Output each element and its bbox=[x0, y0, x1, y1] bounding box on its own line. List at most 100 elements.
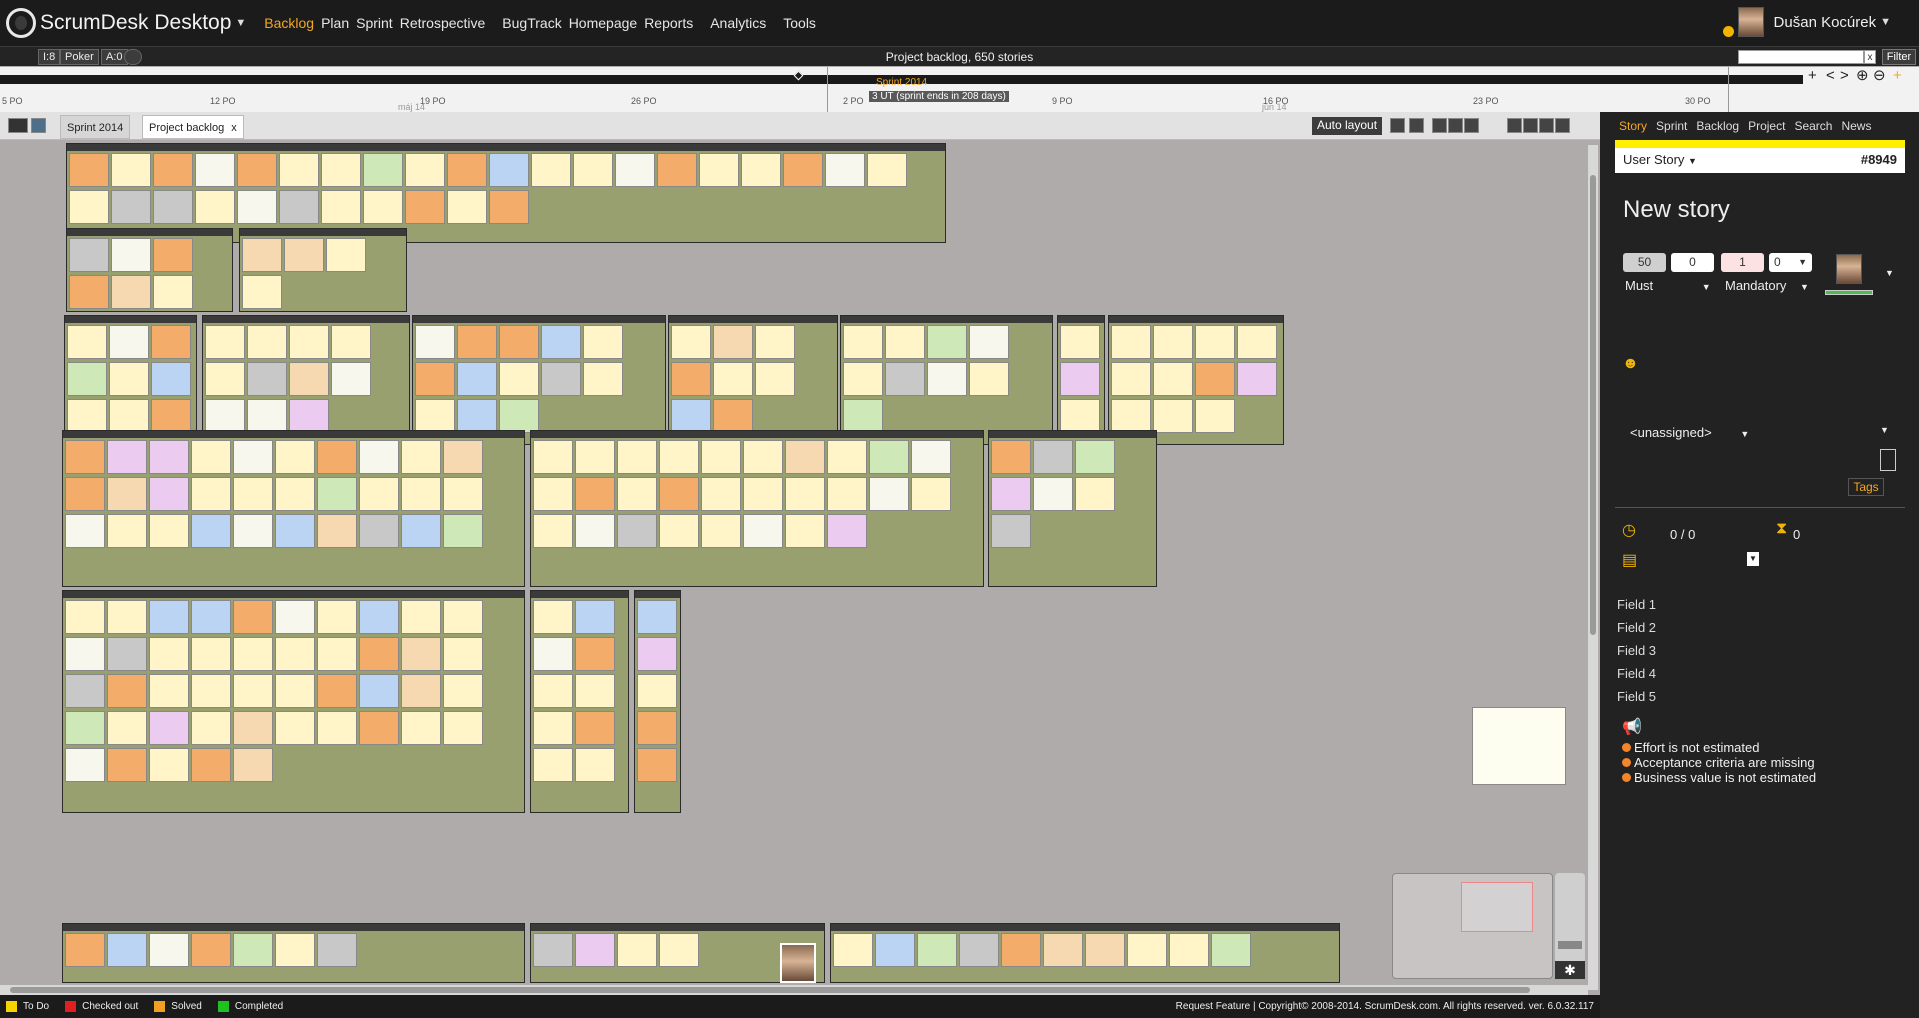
zoom-out-icon[interactable]: ⊖ bbox=[1873, 67, 1886, 84]
story-card[interactable] bbox=[107, 637, 147, 671]
story-card[interactable] bbox=[533, 440, 573, 474]
story-group[interactable] bbox=[62, 923, 525, 983]
story-card[interactable] bbox=[541, 325, 581, 359]
story-card[interactable] bbox=[991, 514, 1031, 548]
story-card[interactable] bbox=[69, 153, 109, 187]
story-group-header[interactable] bbox=[669, 316, 837, 323]
story-group[interactable] bbox=[634, 590, 681, 813]
clear-search-button[interactable]: x bbox=[1864, 50, 1876, 64]
story-card[interactable] bbox=[359, 637, 399, 671]
story-group[interactable] bbox=[530, 590, 629, 813]
story-card[interactable] bbox=[401, 477, 441, 511]
risk-field[interactable]: 1 bbox=[1721, 253, 1764, 272]
story-group-header[interactable] bbox=[635, 591, 680, 598]
story-card[interactable] bbox=[533, 477, 573, 511]
panel-tab-backlog[interactable]: Backlog bbox=[1696, 119, 1739, 135]
story-group-header[interactable] bbox=[240, 229, 406, 236]
story-card[interactable] bbox=[275, 933, 315, 967]
story-card[interactable] bbox=[205, 399, 245, 433]
filter-toggle-icon[interactable] bbox=[31, 118, 46, 133]
prev-icon[interactable]: < bbox=[1826, 67, 1835, 84]
story-card[interactable] bbox=[69, 275, 109, 309]
story-card[interactable] bbox=[359, 440, 399, 474]
story-card[interactable] bbox=[701, 514, 741, 548]
story-card[interactable] bbox=[151, 399, 191, 433]
story-card[interactable] bbox=[149, 748, 189, 782]
tab-sprint-2014[interactable]: Sprint 2014 bbox=[60, 115, 131, 139]
story-card[interactable] bbox=[65, 477, 105, 511]
story-card[interactable] bbox=[869, 477, 909, 511]
story-card[interactable] bbox=[405, 190, 445, 224]
story-card[interactable] bbox=[247, 399, 287, 433]
story-card[interactable] bbox=[785, 477, 825, 511]
story-card[interactable] bbox=[191, 933, 231, 967]
story-card[interactable] bbox=[1033, 440, 1073, 474]
story-card[interactable] bbox=[317, 477, 357, 511]
story-card[interactable] bbox=[233, 477, 273, 511]
story-card[interactable] bbox=[109, 362, 149, 396]
story-card[interactable] bbox=[917, 933, 957, 967]
story-card[interactable] bbox=[533, 933, 573, 967]
story-card[interactable] bbox=[151, 325, 191, 359]
story-card[interactable] bbox=[153, 153, 193, 187]
story-card[interactable] bbox=[69, 190, 109, 224]
story-card[interactable] bbox=[149, 440, 189, 474]
minimap[interactable] bbox=[1392, 873, 1553, 979]
story-card[interactable] bbox=[443, 477, 483, 511]
story-card[interactable] bbox=[289, 325, 329, 359]
story-card[interactable] bbox=[363, 190, 403, 224]
story-card[interactable] bbox=[499, 362, 539, 396]
menu-analytics[interactable]: Analytics bbox=[710, 15, 766, 31]
story-card[interactable] bbox=[843, 399, 883, 433]
story-card[interactable] bbox=[743, 477, 783, 511]
story-card[interactable] bbox=[331, 362, 371, 396]
story-card[interactable] bbox=[275, 477, 315, 511]
story-card[interactable] bbox=[284, 238, 324, 272]
story-card[interactable] bbox=[885, 325, 925, 359]
story-card[interactable] bbox=[533, 514, 573, 548]
menu-bugtrack[interactable]: BugTrack bbox=[502, 15, 561, 31]
story-card[interactable] bbox=[443, 514, 483, 548]
scrollbar-thumb[interactable] bbox=[10, 987, 1530, 993]
story-card[interactable] bbox=[242, 238, 282, 272]
story-card[interactable] bbox=[275, 600, 315, 634]
story-card[interactable] bbox=[833, 933, 873, 967]
menu-plan[interactable]: Plan bbox=[321, 15, 349, 31]
add-sprint-icon[interactable]: + bbox=[1893, 67, 1902, 84]
vertical-scrollbar[interactable] bbox=[1588, 145, 1598, 990]
story-card[interactable] bbox=[1085, 933, 1125, 967]
story-card[interactable] bbox=[575, 637, 615, 671]
story-card[interactable] bbox=[499, 399, 539, 433]
story-card[interactable] bbox=[825, 153, 865, 187]
story-card[interactable] bbox=[149, 514, 189, 548]
story-card[interactable] bbox=[443, 440, 483, 474]
menu-retrospective[interactable]: Retrospective bbox=[400, 15, 486, 31]
story-card[interactable] bbox=[699, 153, 739, 187]
story-card[interactable] bbox=[457, 399, 497, 433]
story-card[interactable] bbox=[1127, 933, 1167, 967]
story-card[interactable] bbox=[1169, 933, 1209, 967]
story-card[interactable] bbox=[959, 933, 999, 967]
view-split-icon[interactable] bbox=[1464, 118, 1479, 133]
customer-icon[interactable]: ☻ bbox=[1622, 355, 1639, 373]
story-card[interactable] bbox=[149, 637, 189, 671]
story-card[interactable] bbox=[1043, 933, 1083, 967]
story-card[interactable] bbox=[911, 477, 951, 511]
story-card[interactable] bbox=[205, 325, 245, 359]
view-columns-icon[interactable] bbox=[1539, 118, 1554, 133]
story-group-header[interactable] bbox=[531, 431, 983, 438]
story-card[interactable] bbox=[637, 748, 677, 782]
story-card[interactable] bbox=[885, 362, 925, 396]
story-card[interactable] bbox=[109, 325, 149, 359]
story-card[interactable] bbox=[233, 440, 273, 474]
story-card[interactable] bbox=[659, 477, 699, 511]
story-card[interactable] bbox=[575, 600, 615, 634]
panel-tab-sprint[interactable]: Sprint bbox=[1656, 119, 1687, 135]
story-card[interactable] bbox=[701, 477, 741, 511]
story-group[interactable] bbox=[62, 590, 525, 813]
story-card[interactable] bbox=[191, 674, 231, 708]
horizontal-scrollbar[interactable] bbox=[0, 985, 1588, 995]
auto-layout-button[interactable]: Auto layout bbox=[1312, 117, 1383, 135]
story-card[interactable] bbox=[447, 153, 487, 187]
priority-select[interactable]: Must ▼ bbox=[1625, 278, 1711, 293]
